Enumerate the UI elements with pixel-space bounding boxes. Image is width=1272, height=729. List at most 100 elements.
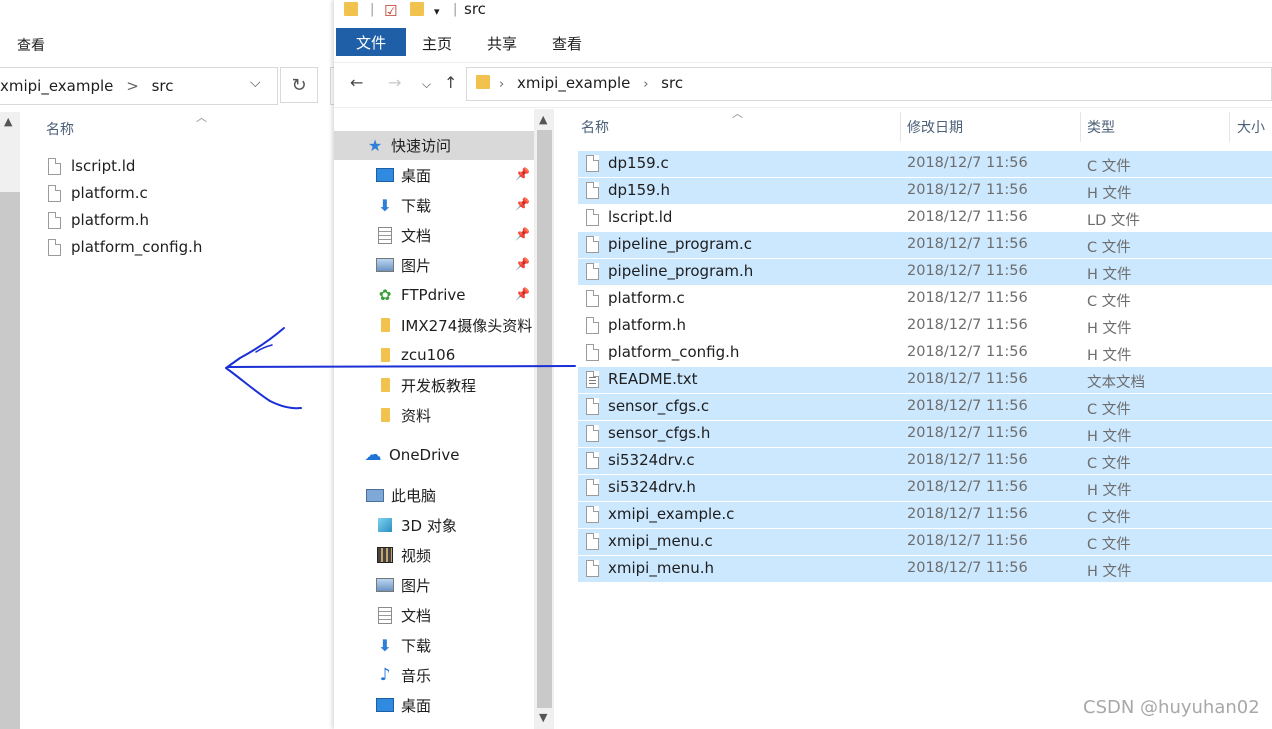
nav-quick-access[interactable]: ★ 快速访问 — [366, 130, 451, 160]
file-row[interactable]: xmipi_menu.h 2018/12/7 11:56 H 文件 — [578, 556, 1272, 582]
tab-file[interactable]: 文件 — [336, 28, 406, 56]
file-row[interactable]: pipeline_program.h 2018/12/7 11:56 H 文件 — [578, 259, 1272, 285]
left-file-row[interactable]: platform.c — [48, 181, 148, 205]
chevron-right-icon[interactable]: › — [499, 77, 504, 92]
file-date: 2018/12/7 11:56 — [907, 371, 1028, 387]
left-crumb-separator: > — [126, 77, 139, 95]
folder-icon[interactable] — [344, 2, 358, 20]
file-row[interactable]: sensor_cfgs.h 2018/12/7 11:56 H 文件 — [578, 421, 1272, 447]
customize-toolbar-icon[interactable]: ▾ — [434, 5, 440, 18]
file-name: README.txt — [608, 370, 698, 388]
nav-downloads[interactable]: ⬇ 下载 — [376, 190, 431, 220]
scroll-up-icon[interactable]: ▲ — [4, 115, 12, 128]
file-date: 2018/12/7 11:56 — [907, 344, 1028, 360]
column-divider[interactable] — [1229, 112, 1230, 142]
chevron-down-icon[interactable]: ⌵ — [250, 75, 261, 91]
pin-icon[interactable]: 📌 — [515, 227, 530, 241]
file-row[interactable]: si5324drv.c 2018/12/7 11:56 C 文件 — [578, 448, 1272, 474]
file-row[interactable]: platform_config.h 2018/12/7 11:56 H 文件 — [578, 340, 1272, 366]
properties-check-icon[interactable]: ☑ — [384, 2, 397, 20]
crumb-xmipi-example[interactable]: xmipi_example — [517, 74, 630, 92]
file-row[interactable]: platform.h 2018/12/7 11:56 H 文件 — [578, 313, 1272, 339]
file-type: 文本文档 — [1087, 375, 1145, 391]
nav-videos[interactable]: 视频 — [376, 540, 431, 570]
nav-pictures[interactable]: 图片 — [376, 250, 431, 280]
left-file-row[interactable]: platform.h — [48, 208, 149, 232]
file-date: 2018/12/7 11:56 — [907, 560, 1028, 576]
tab-share[interactable]: 共享 — [487, 33, 517, 54]
nav-label: 音乐 — [401, 666, 432, 685]
nav-onedrive[interactable]: ☁ OneDrive — [364, 440, 460, 470]
left-breadcrumb[interactable]: xmipi_example > src — [0, 77, 173, 95]
back-arrow-icon[interactable]: ← — [350, 73, 363, 92]
nav-3d-objects[interactable]: 3D 对象 — [376, 510, 457, 540]
star-icon: ★ — [367, 135, 383, 155]
nav-scrollbar-thumb[interactable] — [537, 130, 552, 708]
left-file-row[interactable]: lscript.ld — [48, 154, 135, 178]
pin-icon[interactable]: 📌 — [515, 257, 530, 271]
scroll-up-icon[interactable]: ▲ — [539, 113, 547, 126]
nav-music[interactable]: ♪ 音乐 — [376, 660, 431, 690]
nav-folder-tutorials[interactable]: 开发板教程 — [376, 370, 476, 400]
left-tab-view[interactable]: 查看 — [17, 35, 45, 55]
pin-icon[interactable]: 📌 — [515, 197, 530, 211]
column-size[interactable]: 大小 — [1237, 117, 1265, 137]
column-divider[interactable] — [1080, 112, 1081, 142]
nav-label: 桌面 — [401, 696, 432, 715]
nav-folder-imx274[interactable]: IMX274摄像头资料 — [376, 310, 532, 340]
file-row[interactable]: xmipi_example.c 2018/12/7 11:56 C 文件 — [578, 502, 1272, 528]
file-row[interactable]: README.txt 2018/12/7 11:56 文本文档 — [578, 367, 1272, 393]
file-type: C 文件 — [1087, 456, 1131, 472]
file-row[interactable]: si5324drv.h 2018/12/7 11:56 H 文件 — [578, 475, 1272, 501]
nav-pc-downloads[interactable]: ⬇ 下载 — [376, 630, 431, 660]
up-arrow-icon[interactable]: ↑ — [444, 73, 457, 92]
column-date[interactable]: 修改日期 — [907, 117, 963, 137]
nav-desktop[interactable]: 桌面 — [376, 160, 431, 190]
nav-label: 文档 — [401, 606, 432, 625]
file-row[interactable]: platform.c 2018/12/7 11:56 C 文件 — [578, 286, 1272, 312]
folder-icon — [376, 347, 394, 363]
scroll-down-icon[interactable]: ▼ — [539, 711, 547, 724]
nav-folder-materials[interactable]: 资料 — [376, 400, 431, 430]
left-column-name[interactable]: 名称 — [46, 119, 74, 139]
file-row[interactable]: sensor_cfgs.c 2018/12/7 11:56 C 文件 — [578, 394, 1272, 420]
tab-home[interactable]: 主页 — [422, 33, 452, 54]
breadcrumb[interactable]: › xmipi_example › src — [499, 74, 683, 92]
left-file-row[interactable]: platform_config.h — [48, 235, 202, 259]
file-date: 2018/12/7 11:56 — [907, 533, 1028, 549]
file-row[interactable]: dp159.c 2018/12/7 11:56 C 文件 — [578, 151, 1272, 177]
file-row[interactable]: lscript.ld 2018/12/7 11:56 LD 文件 — [578, 205, 1272, 231]
tab-view[interactable]: 查看 — [552, 33, 582, 54]
crumb-src[interactable]: src — [661, 74, 683, 92]
nav-folder-zcu106[interactable]: zcu106 — [376, 340, 455, 370]
picture-icon — [376, 577, 394, 593]
pin-icon[interactable]: 📌 — [515, 167, 530, 181]
file-row[interactable]: xmipi_menu.c 2018/12/7 11:56 C 文件 — [578, 529, 1272, 555]
left-crumb-current[interactable]: src — [152, 77, 174, 95]
column-type[interactable]: 类型 — [1087, 117, 1115, 137]
chevron-right-icon[interactable]: › — [643, 77, 648, 92]
download-icon: ⬇ — [378, 195, 392, 215]
column-name[interactable]: 名称 — [581, 117, 609, 137]
pin-icon[interactable]: 📌 — [515, 287, 530, 301]
new-folder-icon[interactable] — [410, 2, 424, 20]
left-scrollbar-thumb[interactable] — [0, 192, 20, 729]
file-row[interactable]: pipeline_program.c 2018/12/7 11:56 C 文件 — [578, 232, 1272, 258]
left-crumb-parent[interactable]: xmipi_example — [0, 77, 113, 95]
nav-pc-documents[interactable]: 文档 — [376, 600, 431, 630]
nav-ftpdrive[interactable]: ✿ FTPdrive — [376, 280, 466, 310]
nav-this-pc[interactable]: 此电脑 — [366, 480, 436, 510]
file-row[interactable]: dp159.h 2018/12/7 11:56 H 文件 — [578, 178, 1272, 204]
file-date: 2018/12/7 11:56 — [907, 236, 1028, 252]
refresh-icon[interactable]: ↻ — [280, 67, 318, 103]
nav-pc-pictures[interactable]: 图片 — [376, 570, 431, 600]
nav-pc-desktop[interactable]: 桌面 — [376, 690, 431, 720]
desktop-icon — [376, 697, 394, 713]
forward-arrow-icon[interactable]: → — [388, 73, 401, 92]
file-date: 2018/12/7 11:56 — [907, 452, 1028, 468]
nav-documents[interactable]: 文档 — [376, 220, 431, 250]
file-icon — [586, 533, 599, 550]
column-divider[interactable] — [900, 112, 901, 142]
recent-locations-icon[interactable]: ⌵ — [422, 77, 431, 92]
file-icon — [586, 560, 599, 577]
